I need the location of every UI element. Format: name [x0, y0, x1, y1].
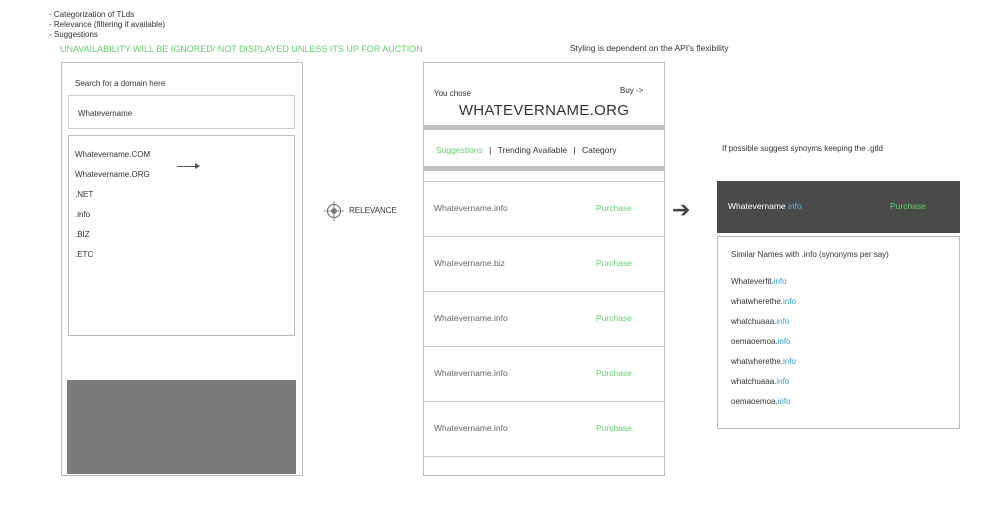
- list-item[interactable]: oemaoemoa.info: [731, 397, 791, 406]
- tab-separator: |: [489, 145, 492, 155]
- arrow-right-icon: [177, 163, 200, 169]
- synonym-base: whatwherethe.: [731, 297, 784, 306]
- synonym-tld: info: [777, 397, 791, 406]
- relevance-label: RELEVANCE: [349, 206, 397, 215]
- synonym-tld: info: [783, 357, 796, 366]
- suggestion-domain: Whatevername.biz: [434, 258, 505, 268]
- synonym-base: Whateverfit.: [731, 277, 774, 286]
- chosen-domain-title: WHATEVERNAME.ORG: [458, 102, 630, 119]
- search-input[interactable]: Whatevername: [68, 95, 295, 129]
- list-item-com[interactable]: Whatevername.COM: [75, 150, 150, 159]
- list-item[interactable]: whatwherethe.info: [731, 357, 796, 366]
- tab-trending-available[interactable]: Trending Available: [498, 145, 567, 155]
- crosshair-icon: [324, 201, 344, 221]
- arrow-right-icon: ➔: [672, 197, 691, 222]
- suggestion-domain: Whatevername.info: [434, 203, 508, 213]
- tab-category[interactable]: Category: [582, 145, 617, 155]
- note-categorization: - Categorization of TLds: [49, 10, 135, 19]
- suggestion-row: Whatevername.info Purchase: [424, 181, 664, 236]
- note-styling: Styling is dependent on the API's flexib…: [570, 43, 729, 53]
- note-suggestions: - Suggestions: [49, 30, 98, 39]
- list-item-net[interactable]: .NET: [75, 190, 93, 199]
- tab-bar: Suggestions | Trending Available | Categ…: [436, 145, 617, 155]
- synonym-base: whatchuaaa.: [731, 377, 777, 386]
- list-item[interactable]: whatchuaaa.info: [731, 377, 789, 386]
- similar-names-label: Similar Names with .info (synonyms per s…: [731, 250, 889, 259]
- list-item-biz[interactable]: .BIZ: [75, 230, 90, 239]
- purchase-button[interactable]: Purchase: [596, 203, 632, 213]
- tld-results-list: Whatevername.COM Whatevername.ORG .NET .…: [68, 135, 295, 336]
- suggestion-domain: Whatevername.info: [434, 368, 508, 378]
- placeholder-block: [67, 380, 296, 474]
- note-relevance: - Relevance (filtering if available): [49, 20, 166, 29]
- synonym-tld: info: [783, 297, 796, 306]
- list-item[interactable]: whatwherethe.info: [731, 297, 796, 306]
- selected-suggestion-bar: Whatevername info Purchase: [717, 181, 960, 233]
- note-unavailability-warning: UNAVAILABILITY WILL BE IGNORED/ NOT DISP…: [60, 44, 423, 54]
- synonym-tld: info: [777, 337, 791, 346]
- suggestion-domain: Whatevername.info: [434, 313, 508, 323]
- purchase-button[interactable]: Purchase: [596, 258, 632, 268]
- synonym-base: oemaoemoa.: [731, 397, 778, 406]
- divider-bar: [424, 125, 664, 130]
- list-item-org[interactable]: Whatevername.ORG: [75, 170, 150, 179]
- search-label: Search for a domain here: [75, 79, 166, 88]
- suggestion-row: Whatevername.info Purchase: [424, 401, 664, 457]
- list-item[interactable]: Whateverfit.info: [731, 277, 787, 286]
- selected-domain-base: Whatevername: [728, 201, 788, 211]
- search-input-value: Whatevername: [78, 109, 133, 118]
- list-item[interactable]: oemaoemoa.info: [731, 337, 791, 346]
- divider-bar: [424, 166, 664, 171]
- synonym-base: whatchuaaa.: [731, 317, 777, 326]
- synonym-base: oemaoemoa.: [731, 337, 778, 346]
- list-item[interactable]: whatchuaaa.info: [731, 317, 789, 326]
- list-item-info[interactable]: .info: [75, 210, 90, 219]
- suggestion-row: Whatevername.info Purchase: [424, 291, 664, 346]
- selected-domain: Whatevername info: [728, 201, 802, 211]
- suggestion-row: Whatevername.biz Purchase: [424, 236, 664, 291]
- buy-link[interactable]: Buy ->: [620, 86, 643, 95]
- you-chose-label: You chose: [434, 89, 472, 98]
- purchase-button[interactable]: Purchase: [890, 201, 926, 211]
- synonym-tld: info: [773, 277, 787, 286]
- synonym-tld: info: [776, 377, 790, 386]
- synonym-tld: info: [776, 317, 790, 326]
- purchase-button[interactable]: Purchase: [596, 423, 632, 433]
- search-panel: Search for a domain here Whatevername Wh…: [61, 62, 303, 476]
- tab-separator: |: [573, 145, 576, 155]
- purchase-button[interactable]: Purchase: [596, 313, 632, 323]
- tab-suggestions[interactable]: Suggestions: [436, 145, 483, 155]
- synonym-base: whatwherethe.: [731, 357, 784, 366]
- suggestion-domain: Whatevername.info: [434, 423, 508, 433]
- purchase-button[interactable]: Purchase: [596, 368, 632, 378]
- suggestion-row: Whatevername.info Purchase: [424, 346, 664, 401]
- synonym-caption: If possible suggest synoyms keeping the …: [722, 144, 883, 153]
- selected-domain-tld: info: [788, 201, 802, 211]
- chosen-domain-panel: You chose Buy -> WHATEVERNAME.ORG Sugges…: [423, 62, 665, 476]
- list-item-etc[interactable]: .ETC: [75, 250, 93, 259]
- similar-names-panel: Similar Names with .info (synonyms per s…: [717, 236, 960, 429]
